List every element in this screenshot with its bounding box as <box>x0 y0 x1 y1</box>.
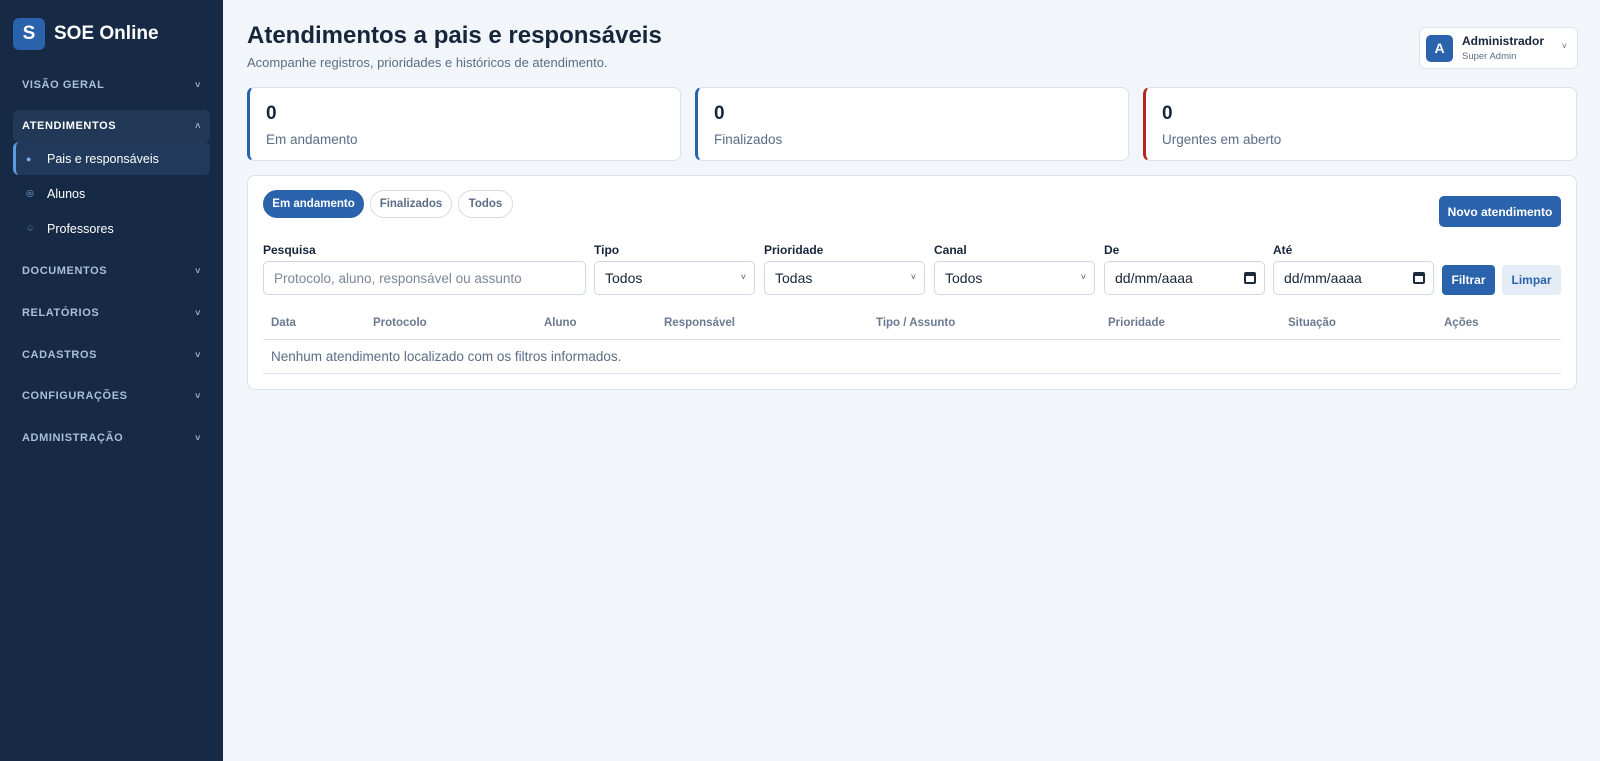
avatar: A <box>1426 34 1453 62</box>
stat-label: Finalizados <box>714 132 783 147</box>
column-header-data: Data <box>271 317 296 329</box>
stat-value: 0 <box>266 103 277 124</box>
sidebar-item-label: Alunos <box>47 186 86 201</box>
student-icon: ◎ <box>26 188 34 198</box>
search-label: Pesquisa <box>263 243 316 257</box>
nav-section-label: ATENDIMENTOS <box>22 120 117 132</box>
stat-card-finalizados: 0 Finalizados <box>695 87 1129 161</box>
nav-section-label: RELATÓRIOS <box>22 307 100 319</box>
nav-section-administracao[interactable]: ADMINISTRAÇÃO ˅ <box>13 422 210 454</box>
search-input[interactable]: Protocolo, aluno, responsável ou assunto <box>263 261 586 295</box>
table-header-divider <box>263 339 1561 340</box>
de-value: dd/mm/aaaa <box>1115 270 1193 286</box>
sidebar: S SOE Online VISÃO GERAL ˅ ATENDIMENTOS … <box>0 0 223 761</box>
sidebar-item-label: Professores <box>47 221 114 236</box>
brand[interactable]: S SOE Online <box>0 0 223 68</box>
chevron-down-icon: ˅ <box>195 80 201 90</box>
nav-section-label: VISÃO GERAL <box>22 79 105 91</box>
stat-label: Em andamento <box>266 132 358 147</box>
tipo-value: Todos <box>605 270 643 286</box>
column-header-protocolo: Protocolo <box>373 317 427 329</box>
limpar-button[interactable]: Limpar <box>1502 265 1561 295</box>
sidebar-item-label: Pais e responsáveis <box>47 151 159 166</box>
chevron-down-icon: ˅ <box>195 308 201 318</box>
stat-value: 0 <box>714 103 725 124</box>
chevron-down-icon: ˅ <box>195 350 201 360</box>
stat-card-em-andamento: 0 Em andamento <box>247 87 681 161</box>
chevron-down-icon: ˅ <box>1561 41 1567 51</box>
tipo-select[interactable]: Todos ˅ <box>594 261 755 295</box>
ate-label: Até <box>1273 243 1293 257</box>
chevron-down-icon: ˅ <box>740 272 746 282</box>
tab-em-andamento[interactable]: Em andamento <box>263 190 364 218</box>
ate-value: dd/mm/aaaa <box>1284 270 1362 286</box>
sidebar-item-professores[interactable]: ♤ Professores <box>13 212 210 245</box>
stat-value: 0 <box>1162 103 1173 124</box>
chevron-down-icon: ˅ <box>195 266 201 276</box>
calendar-icon[interactable] <box>1413 272 1425 284</box>
chevron-down-icon: ˅ <box>195 433 201 443</box>
canal-label: Canal <box>934 243 967 257</box>
tipo-label: Tipo <box>594 243 620 257</box>
filtrar-button[interactable]: Filtrar <box>1442 265 1495 295</box>
sidebar-item-pais-responsaveis[interactable]: ● Pais e responsáveis <box>13 142 210 175</box>
user-name: Administrador <box>1462 34 1545 48</box>
prioridade-select[interactable]: Todas ˅ <box>764 261 925 295</box>
nav-section-label: CONFIGURAÇÕES <box>22 390 128 402</box>
stat-label: Urgentes em aberto <box>1162 132 1282 147</box>
user-role: Super Admin <box>1462 51 1517 62</box>
nav-section-documentos[interactable]: DOCUMENTOS ˅ <box>13 255 210 287</box>
sidebar-item-alunos[interactable]: ◎ Alunos <box>13 177 210 210</box>
table-bottom-divider <box>263 373 1561 374</box>
column-header-situacao: Situação <box>1288 317 1336 329</box>
person-icon: ● <box>26 153 32 164</box>
user-menu[interactable]: A Administrador Super Admin ˅ <box>1419 27 1578 69</box>
column-header-tipo-assunto: Tipo / Assunto <box>876 317 956 329</box>
de-label: De <box>1104 243 1120 257</box>
nav-section-atendimentos[interactable]: ATENDIMENTOS ˄ <box>13 110 210 142</box>
canal-value: Todos <box>945 270 983 286</box>
nav-section-label: DOCUMENTOS <box>22 265 108 277</box>
teacher-icon: ♤ <box>26 223 35 233</box>
chevron-down-icon: ˅ <box>1080 272 1086 282</box>
novo-atendimento-button[interactable]: Novo atendimento <box>1439 196 1561 227</box>
nav-section-visao-geral[interactable]: VISÃO GERAL ˅ <box>13 69 210 101</box>
column-header-responsavel: Responsável <box>664 317 735 329</box>
prioridade-label: Prioridade <box>764 243 824 257</box>
column-header-acoes: Ações <box>1444 317 1479 329</box>
nav-section-configuracoes[interactable]: CONFIGURAÇÕES ˅ <box>13 380 210 412</box>
chevron-down-icon: ˅ <box>195 391 201 401</box>
column-header-prioridade: Prioridade <box>1108 317 1165 329</box>
page-title: Atendimentos a pais e responsáveis <box>247 22 662 49</box>
nav-section-cadastros[interactable]: CADASTROS ˅ <box>13 339 210 371</box>
tab-finalizados[interactable]: Finalizados <box>370 190 452 218</box>
prioridade-value: Todas <box>775 270 813 286</box>
tab-todos[interactable]: Todos <box>458 190 513 218</box>
calendar-icon[interactable] <box>1244 272 1256 284</box>
chevron-down-icon: ˅ <box>910 272 916 282</box>
stat-card-urgentes: 0 Urgentes em aberto <box>1143 87 1577 161</box>
nav-section-label: CADASTROS <box>22 349 98 361</box>
nav-section-label: ADMINISTRAÇÃO <box>22 432 124 444</box>
chevron-up-icon: ˄ <box>195 121 201 131</box>
nav-section-relatorios[interactable]: RELATÓRIOS ˅ <box>13 297 210 329</box>
de-date-input[interactable]: dd/mm/aaaa <box>1104 261 1265 295</box>
column-header-aluno: Aluno <box>544 317 577 329</box>
page-subtitle: Acompanhe registros, prioridades e histó… <box>247 55 608 70</box>
ate-date-input[interactable]: dd/mm/aaaa <box>1273 261 1434 295</box>
table-empty-message: Nenhum atendimento localizado com os fil… <box>271 349 622 364</box>
app-logo: S <box>13 18 45 50</box>
app-name: SOE Online <box>54 23 159 44</box>
canal-select[interactable]: Todos ˅ <box>934 261 1095 295</box>
